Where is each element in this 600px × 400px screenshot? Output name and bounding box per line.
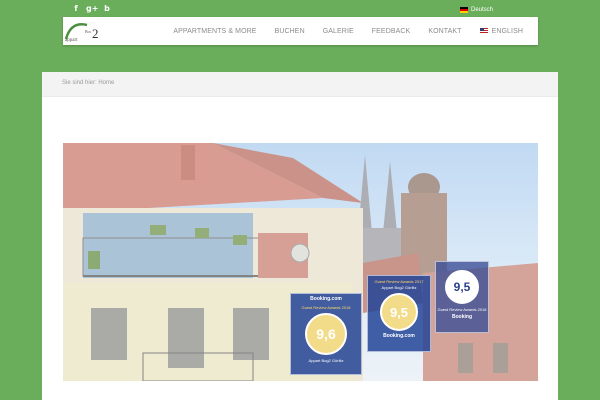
site-header: appart Boc 2 APPARTMENTS & MORE BUCHEN G…	[63, 17, 538, 45]
site-logo[interactable]: appart Boc 2	[63, 19, 103, 43]
language-switch-german[interactable]: Deutsch	[460, 5, 493, 15]
svg-text:Boc: Boc	[85, 29, 92, 34]
blog-icon[interactable]: b	[101, 4, 113, 14]
award-name: Appart Bog2 Görlitz	[308, 358, 344, 363]
svg-text:2: 2	[92, 26, 99, 41]
award-name: Appart Bog2 Görlitz	[381, 285, 417, 290]
award-score: 9,5	[380, 293, 418, 331]
award-title: Guest Review Awards 2017	[374, 279, 424, 284]
hero-image: Booking.com Guest Review Awards 2018 9,6…	[63, 143, 538, 381]
award-brand: Booking.com	[310, 296, 342, 302]
award-brand: Booking	[452, 314, 472, 320]
nav-item-appartments[interactable]: APPARTMENTS & MORE	[173, 28, 256, 35]
google-plus-icon[interactable]: g+	[86, 4, 98, 14]
german-flag-icon	[460, 7, 468, 13]
language-label: Deutsch	[471, 7, 494, 13]
main-content: Sie sind hier: Home Booking.com Guest Re…	[42, 72, 558, 400]
award-badge-2017: Guest Review Awards 2017 Appart Bog2 Gör…	[367, 275, 431, 352]
nav-item-english[interactable]: ENGLISH	[479, 27, 523, 35]
top-bar: f g+ b Deutsch	[0, 0, 600, 17]
award-score: 9,6	[305, 313, 347, 355]
us-flag-icon	[479, 28, 488, 34]
award-title: Guest Review Awards 2016	[437, 307, 487, 312]
nav-item-english-label: ENGLISH	[491, 27, 523, 35]
main-navigation: APPARTMENTS & MORE BUCHEN GALERIE FEEDBA…	[155, 17, 523, 45]
nav-item-feedback[interactable]: FEEDBACK	[372, 28, 411, 35]
nav-item-buchen[interactable]: BUCHEN	[275, 28, 305, 35]
nav-item-galerie[interactable]: GALERIE	[323, 28, 354, 35]
award-brand: Booking.com	[383, 333, 415, 339]
award-badge-2016: 9,5 Guest Review Awards 2016 Booking	[435, 261, 489, 333]
svg-text:appart: appart	[65, 38, 78, 43]
award-score: 9,5	[445, 270, 479, 304]
breadcrumb: Sie sind hier: Home	[62, 80, 115, 86]
award-title: Guest Review Awards 2018	[301, 305, 351, 310]
facebook-icon[interactable]: f	[70, 4, 82, 14]
breadcrumb-bar: Sie sind hier: Home	[42, 72, 558, 97]
nav-item-kontakt[interactable]: KONTAKT	[428, 28, 461, 35]
logo-graphic: appart Boc 2	[64, 23, 99, 43]
award-badge-2018: Booking.com Guest Review Awards 2018 9,6…	[290, 293, 362, 375]
